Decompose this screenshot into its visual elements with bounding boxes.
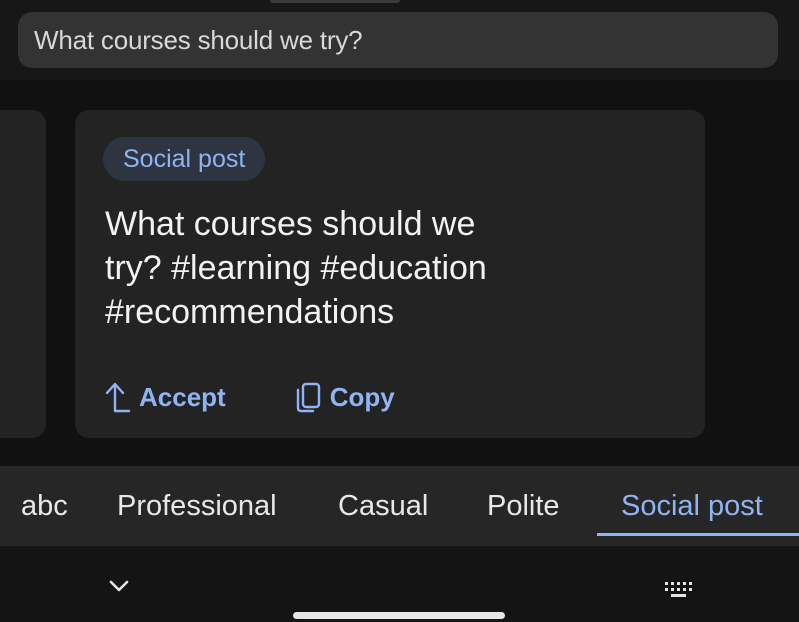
navigation-bar — [0, 546, 799, 622]
suggestion-text: What courses should we try? #learning #e… — [105, 202, 565, 334]
keyboard-switch-button[interactable] — [662, 580, 696, 605]
copy-label: Copy — [329, 381, 395, 412]
suggestion-text-line: #recommendations — [105, 293, 395, 331]
collapse-keyboard-button[interactable] — [107, 576, 131, 601]
accept-button[interactable]: Accept — [103, 380, 226, 414]
copy-button[interactable]: Copy — [294, 380, 395, 414]
tab-abc[interactable]: abc — [21, 466, 68, 546]
tab-professional[interactable]: Professional — [117, 466, 277, 546]
accept-label: Accept — [139, 381, 226, 412]
suggestion-text-line: What courses should we — [105, 205, 476, 243]
message-input[interactable]: What courses should we try? — [18, 12, 778, 68]
suggestion-text-line: try? #learning #education — [105, 249, 487, 287]
tab-casual[interactable]: Casual — [338, 466, 428, 546]
home-gesture-bar[interactable] — [293, 612, 505, 619]
tone-chip: Social post — [103, 137, 266, 181]
tone-tabs: abc Professional Casual Polite Social po… — [0, 466, 799, 546]
suggestion-card[interactable]: Social post What courses should we try? … — [75, 110, 705, 438]
arrow-up-icon — [103, 380, 133, 414]
top-handle — [270, 0, 400, 3]
tab-polite[interactable]: Polite — [487, 466, 560, 546]
smart-compose-screen: What courses should we try? Social post … — [0, 0, 799, 622]
chevron-down-icon — [107, 580, 131, 600]
message-input-text: What courses should we try? — [34, 24, 363, 55]
keyboard-icon — [662, 582, 696, 604]
active-tab-indicator — [597, 533, 799, 536]
tone-chip-label: Social post — [123, 144, 246, 173]
suggestion-strip[interactable]: Social post What courses should we try? … — [0, 80, 799, 466]
compose-area: What courses should we try? — [0, 0, 799, 80]
copy-icon — [294, 380, 324, 414]
previous-suggestion-card[interactable] — [0, 110, 46, 438]
card-actions: Accept Copy — [103, 380, 395, 414]
